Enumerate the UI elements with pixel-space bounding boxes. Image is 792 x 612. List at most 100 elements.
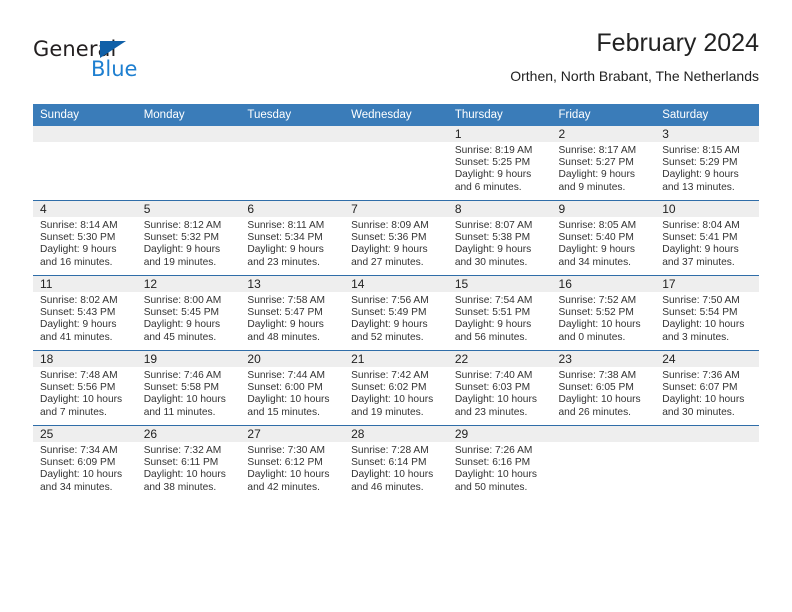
day-detail-line: Sunset: 5:27 PM: [558, 157, 634, 169]
day-detail-line: Sunrise: 8:09 AM: [351, 220, 429, 231]
day-number: 16: [551, 276, 656, 292]
calendar-day-cell[interactable]: 8 Sunrise: 8:07 AM Sunset: 5:38 PM Daylight…: [447, 200, 552, 276]
calendar-day-cell[interactable]: 28 Sunrise: 7:28 AM Sunset: 6:14 PM Dayligh…: [344, 425, 448, 500]
calendar-day-cell[interactable]: 7 Sunrise: 8:09 AM Sunset: 5:36 PM Daylight…: [344, 200, 448, 276]
day-sun-details: Sunrise: 7:34 AM Sunset: 6:09 PM Daylight:…: [33, 442, 137, 494]
calendar-day-cell[interactable]: 25 Sunrise: 7:34 AM Sunset: 6:09 PM Dayligh…: [33, 425, 137, 500]
day-detail-line: Sunrise: 7:30 AM: [247, 445, 325, 456]
day-detail-line: Daylight: 9 hours: [351, 244, 428, 256]
calendar-day-cell[interactable]: 27 Sunrise: 7:30 AM Sunset: 6:12 PM Dayligh…: [240, 425, 345, 500]
day-detail-line: Sunset: 5:38 PM: [454, 232, 531, 244]
day-cell-inner: 6 Sunrise: 8:11 AM Sunset: 5:34 PM Daylight…: [240, 201, 345, 275]
calendar-empty-cell: [344, 126, 448, 201]
calendar-day-cell[interactable]: 15 Sunrise: 7:54 AM Sunset: 5:51 PM Dayligh…: [447, 275, 552, 351]
day-sun-details: Sunrise: 7:58 AM Sunset: 5:47 PM Daylight:…: [240, 292, 344, 344]
day-detail-line: Sunrise: 7:56 AM: [351, 295, 429, 306]
calendar-day-cell[interactable]: 2 Sunrise: 8:17 AM Sunset: 5:27 PM Daylight…: [551, 126, 656, 201]
day-detail-line: Daylight: 9 hours: [40, 244, 117, 256]
day-sun-details: Sunrise: 8:19 AM Sunset: 5:25 PM Daylight:…: [448, 142, 552, 194]
day-detail-line: and 0 minutes.: [558, 331, 626, 343]
day-number: 8: [447, 201, 552, 217]
calendar-week-row: 4 Sunrise: 8:14 AM Sunset: 5:30 PM Daylight…: [33, 200, 759, 276]
calendar-day-cell[interactable]: 18 Sunrise: 7:48 AM Sunset: 5:56 PM Dayligh…: [33, 350, 137, 426]
calendar-day-cell[interactable]: 20 Sunrise: 7:44 AM Sunset: 6:00 PM Dayligh…: [240, 350, 345, 426]
day-detail-line: Daylight: 10 hours: [662, 319, 745, 331]
calendar-day-cell[interactable]: 19 Sunrise: 7:46 AM Sunset: 5:58 PM Dayligh…: [136, 350, 241, 426]
day-detail-line: Sunrise: 7:58 AM: [247, 295, 325, 306]
day-detail-line: Sunset: 6:16 PM: [454, 457, 531, 469]
day-sun-details: Sunrise: 7:38 AM Sunset: 6:05 PM Daylight:…: [552, 367, 656, 419]
calendar-day-cell[interactable]: 13 Sunrise: 7:58 AM Sunset: 5:47 PM Dayligh…: [240, 275, 345, 351]
day-sun-details: Sunrise: 8:11 AM Sunset: 5:34 PM Daylight:…: [240, 217, 344, 269]
day-cell-inner: 18 Sunrise: 7:48 AM Sunset: 5:56 PM Dayligh…: [33, 351, 137, 425]
day-cell-inner: 11 Sunrise: 8:02 AM Sunset: 5:43 PM Dayligh…: [33, 276, 137, 350]
calendar-day-cell[interactable]: 10 Sunrise: 8:04 AM Sunset: 5:41 PM Dayligh…: [655, 200, 759, 276]
day-sun-details: Sunrise: 8:02 AM Sunset: 5:43 PM Daylight:…: [33, 292, 137, 344]
day-number: [344, 126, 448, 142]
calendar-day-cell[interactable]: 29 Sunrise: 7:26 AM Sunset: 6:16 PM Dayligh…: [447, 425, 552, 500]
day-number: [551, 426, 656, 442]
day-detail-line: Sunset: 5:40 PM: [558, 232, 634, 244]
calendar-day-cell[interactable]: 5 Sunrise: 8:12 AM Sunset: 5:32 PM Daylight…: [136, 200, 241, 276]
calendar-header-row: Sunday Monday Tuesday Wednesday Thursday Frid…: [33, 104, 759, 126]
day-detail-line: Sunset: 5:47 PM: [247, 307, 323, 319]
calendar-day-cell[interactable]: 6 Sunrise: 8:11 AM Sunset: 5:34 PM Daylight…: [240, 200, 345, 276]
day-detail-line: Daylight: 10 hours: [247, 394, 330, 406]
day-number: 10: [655, 201, 759, 217]
day-cell-inner: 10 Sunrise: 8:04 AM Sunset: 5:41 PM Dayligh…: [655, 201, 759, 275]
calendar-day-cell[interactable]: 23 Sunrise: 7:38 AM Sunset: 6:05 PM Dayligh…: [551, 350, 656, 426]
calendar-day-cell[interactable]: 1 Sunrise: 8:19 AM Sunset: 5:25 PM Daylight…: [447, 126, 552, 201]
day-detail-line: Sunset: 6:00 PM: [247, 382, 323, 394]
calendar-day-cell[interactable]: 22 Sunrise: 7:40 AM Sunset: 6:03 PM Dayligh…: [447, 350, 552, 426]
day-detail-line: Sunset: 5:36 PM: [351, 232, 427, 244]
day-detail-line: Sunrise: 7:40 AM: [454, 370, 533, 381]
weekday-header-wednesday: Wednesday: [344, 104, 448, 126]
calendar-empty-cell: [655, 425, 759, 500]
day-detail-line: Daylight: 10 hours: [662, 394, 745, 406]
calendar-day-cell[interactable]: 21 Sunrise: 7:42 AM Sunset: 6:02 PM Dayligh…: [344, 350, 448, 426]
calendar-day-cell[interactable]: 16 Sunrise: 7:52 AM Sunset: 5:52 PM Dayligh…: [551, 275, 656, 351]
day-detail-line: Daylight: 9 hours: [454, 169, 532, 181]
calendar-day-cell[interactable]: 14 Sunrise: 7:56 AM Sunset: 5:49 PM Dayligh…: [344, 275, 448, 351]
calendar-day-cell[interactable]: 11 Sunrise: 8:02 AM Sunset: 5:43 PM Dayligh…: [33, 275, 137, 351]
day-number: 27: [240, 426, 345, 442]
day-number: 17: [655, 276, 759, 292]
day-detail-line: Sunset: 5:41 PM: [662, 232, 738, 244]
day-detail-line: Sunrise: 8:12 AM: [143, 220, 222, 231]
calendar-day-cell[interactable]: 9 Sunrise: 8:05 AM Sunset: 5:40 PM Daylight…: [551, 200, 656, 276]
day-number: 2: [551, 126, 656, 142]
day-detail-line: Daylight: 9 hours: [247, 244, 324, 256]
calendar-day-cell[interactable]: 24 Sunrise: 7:36 AM Sunset: 6:07 PM Dayligh…: [655, 350, 759, 426]
day-detail-line: and 13 minutes.: [662, 181, 735, 193]
day-cell-inner: 1 Sunrise: 8:19 AM Sunset: 5:25 PM Daylight…: [447, 126, 552, 200]
weekday-header-friday: Friday: [551, 104, 656, 126]
calendar-day-cell[interactable]: 17 Sunrise: 7:50 AM Sunset: 5:54 PM Dayligh…: [655, 275, 759, 351]
day-number: 21: [344, 351, 448, 367]
calendar-body: 1 Sunrise: 8:19 AM Sunset: 5:25 PM Daylight…: [33, 126, 759, 500]
calendar-table: Sunday Monday Tuesday Wednesday Thursday Frid…: [33, 104, 759, 500]
day-detail-line: Sunrise: 7:28 AM: [351, 445, 429, 456]
day-sun-details: Sunrise: 8:12 AM Sunset: 5:32 PM Daylight:…: [137, 217, 241, 269]
day-detail-line: Sunset: 5:43 PM: [40, 307, 116, 319]
day-sun-details: Sunrise: 8:14 AM Sunset: 5:30 PM Daylight:…: [33, 217, 137, 269]
weekday-header-monday: Monday: [136, 104, 241, 126]
day-number: 18: [33, 351, 137, 367]
day-number: 20: [240, 351, 345, 367]
calendar-day-cell[interactable]: 3 Sunrise: 8:15 AM Sunset: 5:29 PM Daylight…: [655, 126, 759, 201]
calendar-day-cell[interactable]: 26 Sunrise: 7:32 AM Sunset: 6:11 PM Dayligh…: [136, 425, 241, 500]
calendar-week-row: 11 Sunrise: 8:02 AM Sunset: 5:43 PM Dayligh…: [33, 275, 759, 351]
day-cell-inner: 19 Sunrise: 7:46 AM Sunset: 5:58 PM Dayligh…: [136, 351, 241, 425]
day-detail-line: and 3 minutes.: [662, 331, 730, 343]
day-detail-line: Sunrise: 8:15 AM: [662, 145, 740, 156]
day-cell-inner: 27 Sunrise: 7:30 AM Sunset: 6:12 PM Dayligh…: [240, 426, 345, 500]
day-number: 12: [136, 276, 241, 292]
calendar-day-cell[interactable]: 4 Sunrise: 8:14 AM Sunset: 5:30 PM Daylight…: [33, 200, 137, 276]
day-cell-inner: 26 Sunrise: 7:32 AM Sunset: 6:11 PM Dayligh…: [136, 426, 241, 500]
day-detail-line: Daylight: 9 hours: [247, 319, 324, 331]
day-detail-line: and 15 minutes.: [247, 406, 320, 418]
calendar-day-cell[interactable]: 12 Sunrise: 8:00 AM Sunset: 5:45 PM Dayligh…: [136, 275, 241, 351]
day-cell-inner: 22 Sunrise: 7:40 AM Sunset: 6:03 PM Dayligh…: [447, 351, 552, 425]
general-blue-logo: General Blue: [33, 37, 233, 93]
day-number: 23: [551, 351, 656, 367]
day-sun-details: Sunrise: 8:04 AM Sunset: 5:41 PM Daylight:…: [655, 217, 759, 269]
